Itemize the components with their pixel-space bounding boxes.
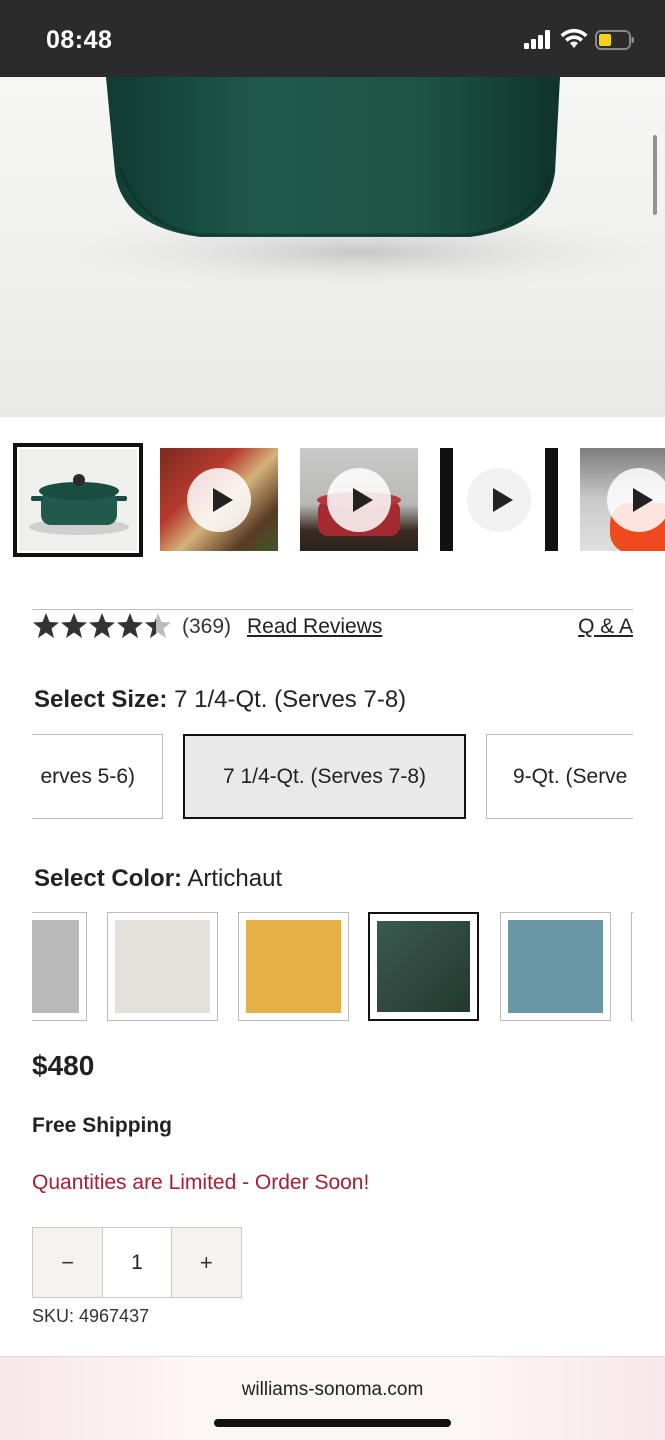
size-options: erves 5-6) 7 1/4-Qt. (Serves 7-8) 9-Qt. … (32, 732, 633, 822)
sku-text: SKU: 4967437 (32, 1306, 150, 1326)
thumbnail-2[interactable] (160, 448, 278, 551)
size-label: Select Size: (34, 686, 168, 713)
url-text[interactable]: williams-sonoma.com (0, 1379, 665, 1401)
status-bar: 08:48 (0, 0, 665, 77)
price: $480 (32, 1050, 95, 1081)
shipping-info: Free Shipping (32, 1114, 173, 1137)
color-swatch-blue[interactable] (500, 912, 611, 1021)
play-icon[interactable] (187, 467, 251, 532)
star-rating-icon (33, 613, 171, 638)
thumbnail-3[interactable] (300, 448, 418, 551)
color-swatch-artichaut[interactable] (368, 912, 479, 1021)
battery-icon (595, 30, 634, 50)
wifi-icon (560, 28, 588, 48)
color-swatch-white[interactable] (107, 912, 218, 1021)
qa-link[interactable]: Q & A (578, 615, 633, 639)
color-swatch-gray[interactable] (32, 912, 87, 1021)
quantity-decrease-button[interactable]: − (33, 1228, 103, 1297)
dutch-oven-image (40, 77, 665, 292)
size-option[interactable]: 9-Qt. (Serve (486, 734, 633, 819)
play-icon[interactable] (327, 467, 391, 532)
selected-color: Artichaut (187, 865, 283, 892)
dutch-oven-thumbnail-image (19, 449, 137, 551)
thumbnail-carousel[interactable] (0, 443, 665, 558)
selected-size: 7 1/4-Qt. (Serves 7-8) (174, 686, 407, 713)
thumbnail-5[interactable] (580, 448, 665, 551)
color-swatch-yellow[interactable] (238, 912, 349, 1021)
limited-quantity-notice: Quantities are Limited - Order Soon! (32, 1171, 370, 1194)
status-time: 08:48 (46, 26, 113, 54)
thumbnail-1[interactable] (13, 443, 143, 557)
quantity-input[interactable]: 1 (102, 1228, 172, 1297)
read-reviews-link[interactable]: Read Reviews (247, 615, 382, 639)
divider (32, 609, 633, 610)
scroll-indicator[interactable] (653, 135, 657, 215)
color-swatches (32, 910, 633, 1025)
quantity-stepper: − 1 + (32, 1227, 242, 1298)
size-option-selected[interactable]: 7 1/4-Qt. (Serves 7-8) (183, 734, 466, 819)
play-icon[interactable] (607, 467, 665, 532)
cellular-signal-icon (524, 30, 554, 49)
rating-row: (369) Read Reviews Q & A (32, 612, 633, 644)
thumbnail-4[interactable] (440, 448, 558, 551)
home-indicator[interactable] (214, 1419, 451, 1427)
browser-url-bar[interactable]: williams-sonoma.com (0, 1356, 665, 1440)
play-icon[interactable] (467, 467, 531, 532)
size-label-row: Select Size: 7 1/4-Qt. (Serves 7-8) (34, 686, 406, 714)
review-count: (369) (182, 615, 232, 638)
color-label: Select Color: (34, 865, 183, 892)
color-label-row: Select Color: Artichaut (34, 865, 282, 893)
quantity-increase-button[interactable]: + (171, 1228, 241, 1297)
size-option[interactable]: erves 5-6) (32, 734, 163, 819)
color-swatch-partial[interactable] (631, 912, 633, 1021)
product-hero-image[interactable] (0, 77, 665, 417)
